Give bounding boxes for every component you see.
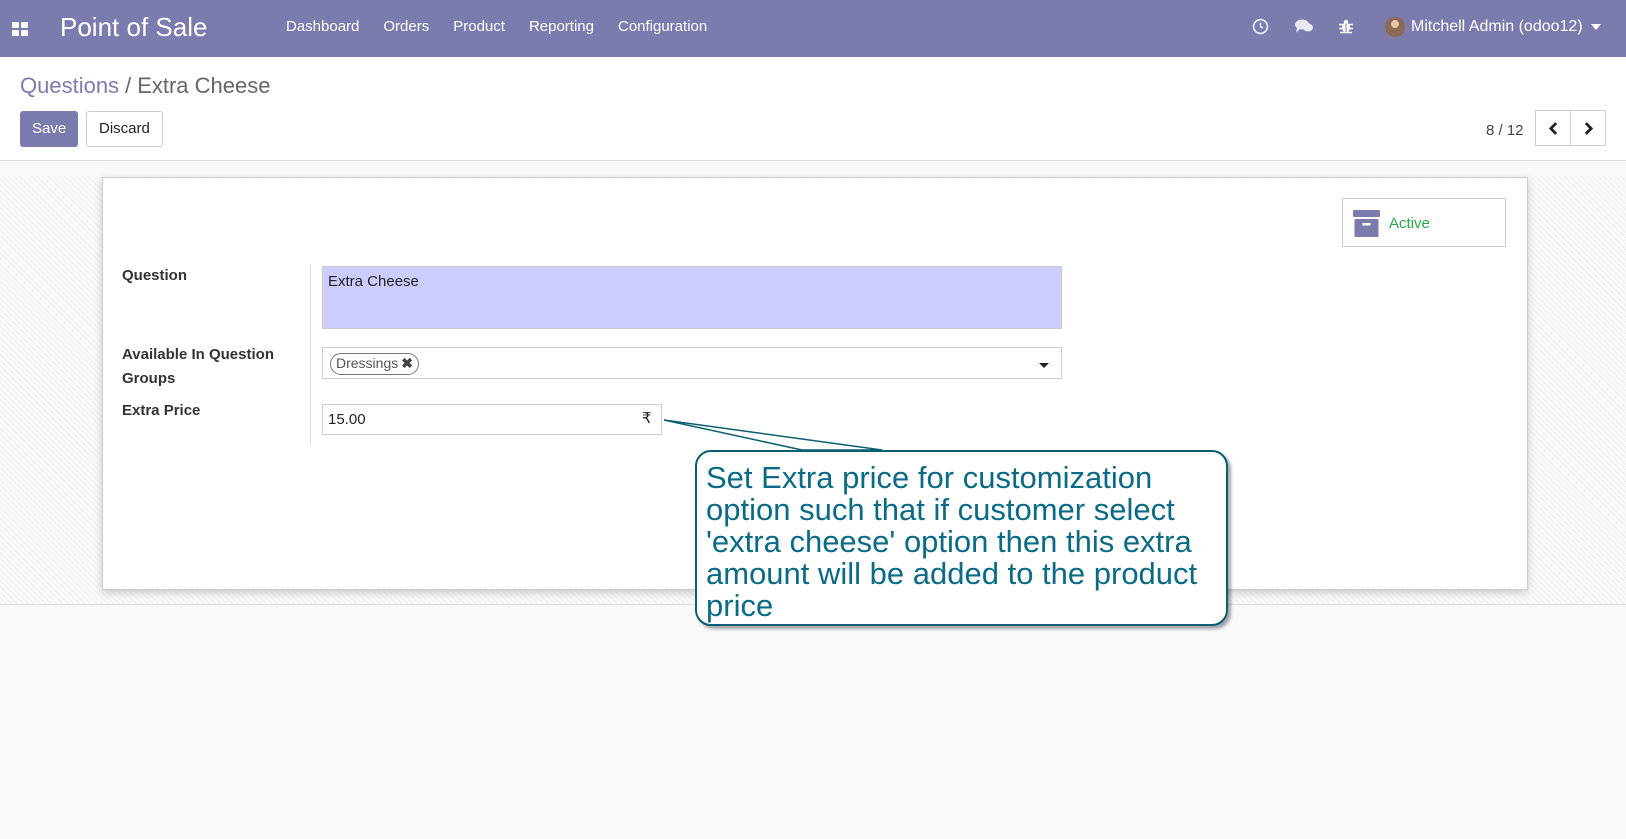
annotation-callout: Set Extra price for customization option… [695, 450, 1228, 626]
annotation-pointer [663, 419, 883, 451]
